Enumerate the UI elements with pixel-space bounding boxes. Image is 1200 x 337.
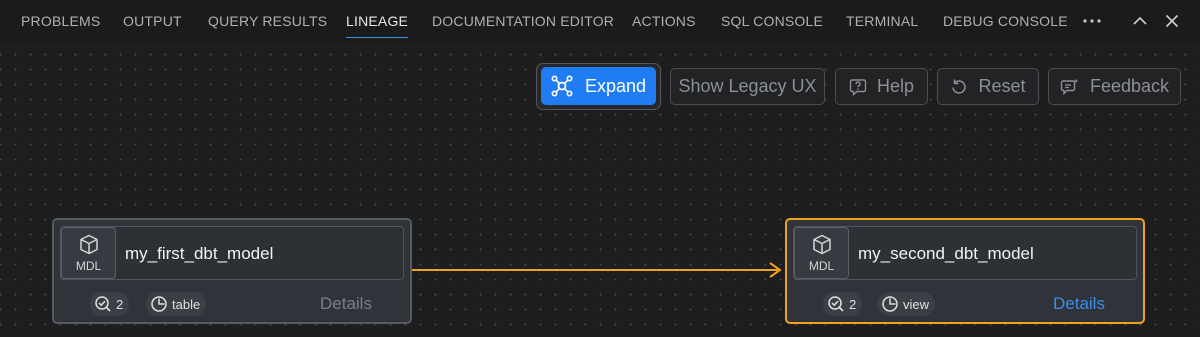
node-header: MDL my_first_dbt_model — [60, 226, 404, 280]
model-badge-label: MDL — [75, 259, 102, 273]
materialization-icon — [150, 295, 168, 313]
model-badge: MDL — [794, 227, 849, 279]
cube-icon — [79, 234, 99, 261]
materialization-chip[interactable]: view — [877, 292, 936, 316]
materialization-label: table — [172, 296, 201, 312]
materialization-label: view — [903, 296, 930, 312]
model-name: my_first_dbt_model — [125, 244, 274, 263]
node-header: MDL my_second_dbt_model — [793, 226, 1137, 280]
materialization-icon — [881, 295, 899, 313]
tests-icon — [94, 295, 112, 313]
model-badge: MDL — [61, 227, 116, 279]
model-name: my_second_dbt_model — [858, 244, 1034, 263]
tests-chip[interactable]: 2 — [823, 292, 863, 316]
details-link[interactable]: Details — [1053, 294, 1105, 314]
tests-count: 2 — [849, 296, 857, 312]
tests-count: 2 — [116, 296, 124, 312]
model-node-first[interactable]: MDL my_first_dbt_model 2 table Details — [52, 218, 412, 324]
cube-icon — [812, 234, 832, 261]
model-node-second[interactable]: MDL my_second_dbt_model 2 view Details — [785, 218, 1145, 324]
materialization-chip[interactable]: table — [146, 292, 207, 316]
tests-chip[interactable]: 2 — [90, 292, 130, 316]
model-badge-label: MDL — [808, 259, 835, 273]
details-link[interactable]: Details — [320, 294, 372, 314]
tests-icon — [827, 295, 845, 313]
